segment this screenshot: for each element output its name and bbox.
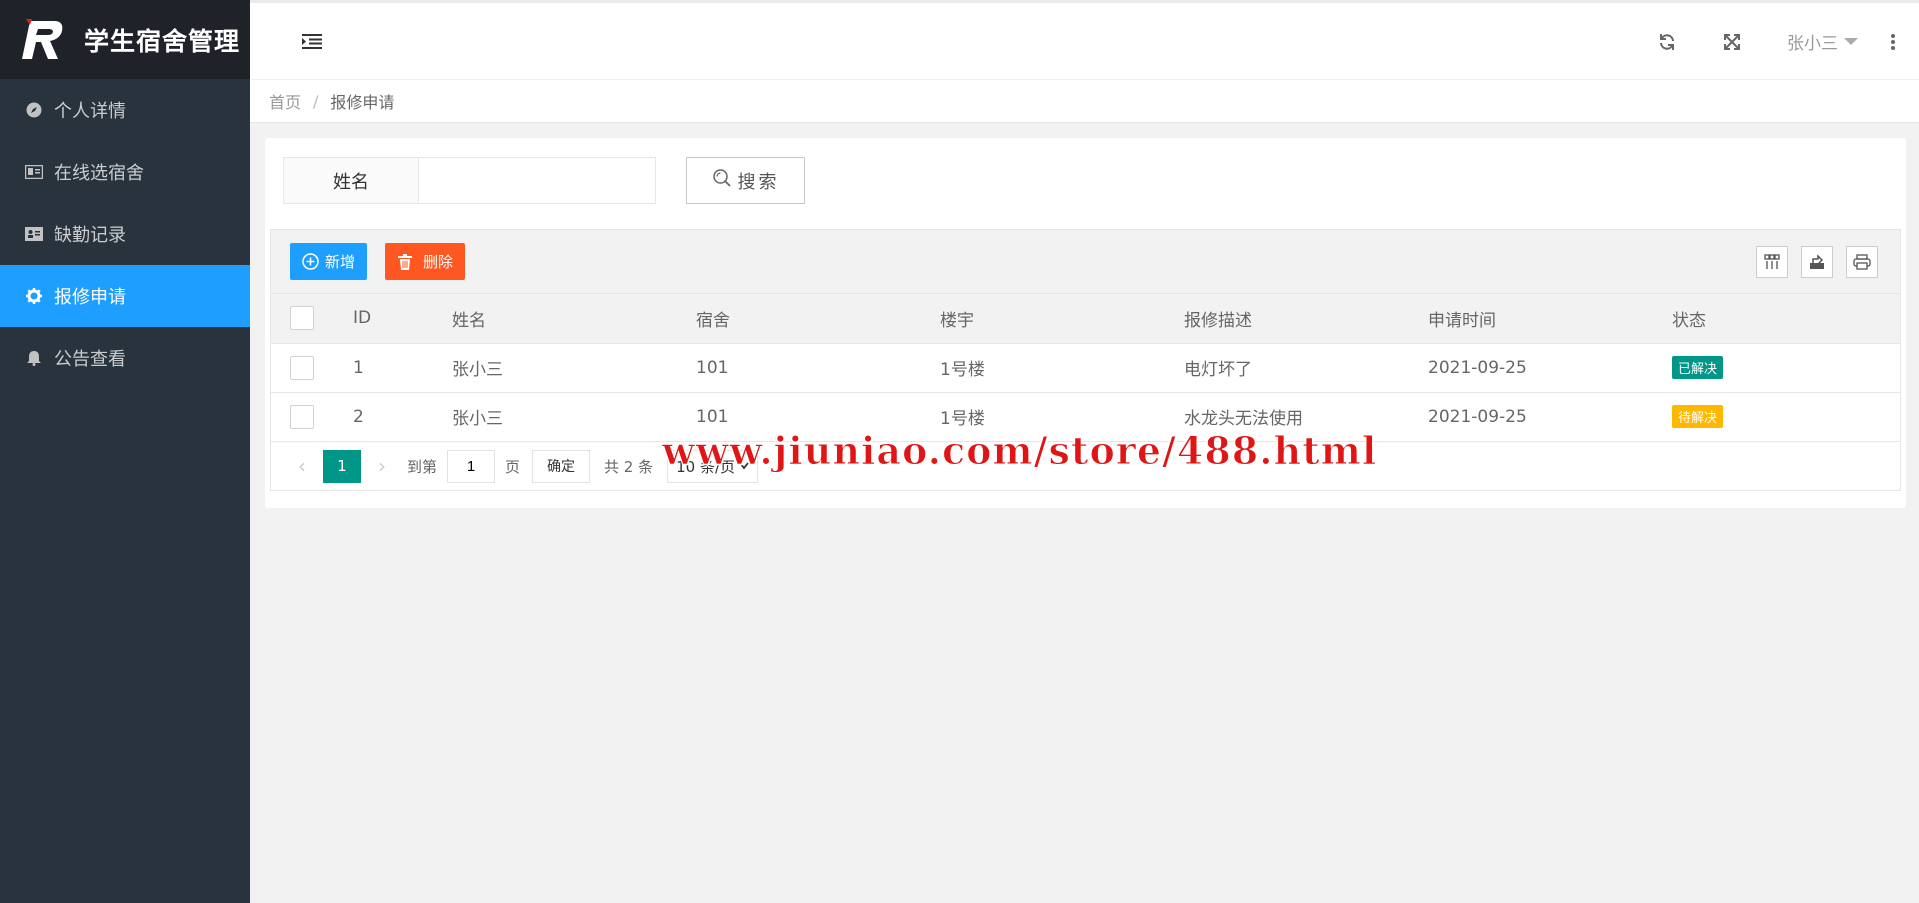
gear-icon	[24, 286, 44, 306]
repair-table: ID 姓名 宿舍 楼宇 报修描述 申请时间 状态 1 张小三 101 1号楼 电…	[271, 294, 1900, 441]
page-number-current[interactable]: 1	[323, 449, 361, 483]
sidebar-item-profile[interactable]: 个人详情	[0, 79, 250, 141]
trash-icon	[398, 253, 412, 270]
cell-name: 张小三	[452, 360, 503, 380]
search-icon	[712, 168, 732, 193]
status-badge: 待解决	[1672, 405, 1724, 429]
id-card-icon	[24, 224, 44, 244]
watermark: www.jiuniao.com/store/488.html	[661, 428, 1378, 474]
column-header[interactable]: 报修描述	[1184, 294, 1428, 343]
table-row[interactable]: 1 张小三 101 1号楼 电灯坏了 2021-09-25 已解决	[271, 343, 1900, 392]
cell-building: 1号楼	[940, 360, 985, 380]
sidebar-item-label: 个人详情	[54, 101, 126, 122]
top-header: 张小三	[250, 0, 1919, 80]
logo-area: 学生宿舍管理	[0, 0, 250, 79]
total-count: 共 2 条	[604, 457, 654, 476]
user-menu[interactable]: 张小三	[1787, 29, 1858, 54]
breadcrumb-current: 报修申请	[330, 93, 395, 112]
cell-id: 1	[353, 357, 364, 378]
breadcrumb-home[interactable]: 首页	[269, 89, 301, 113]
sidebar-item-notice[interactable]: 公告查看	[0, 327, 250, 389]
chevron-down-icon	[1844, 38, 1858, 45]
search-button-label: 搜索	[737, 171, 780, 193]
fullscreen-icon[interactable]	[1721, 31, 1743, 53]
columns-filter-icon[interactable]	[1756, 246, 1788, 278]
goto-label: 到第	[407, 457, 438, 476]
next-page-icon[interactable]: ›	[367, 450, 397, 482]
table-toolbar: 新增 删除	[271, 230, 1900, 294]
cell-dorm: 101	[696, 357, 729, 378]
column-header[interactable]: 楼宇	[940, 294, 1184, 343]
id-card-icon	[24, 162, 44, 182]
sidebar: 学生宿舍管理 个人详情 在线选宿舍 缺勤记录 报修申请 公告查看	[0, 0, 250, 903]
column-header[interactable]: 宿舍	[696, 294, 940, 343]
export-icon[interactable]	[1801, 246, 1833, 278]
bell-icon	[24, 348, 44, 368]
sidebar-item-select-dorm[interactable]: 在线选宿舍	[0, 141, 250, 203]
row-checkbox[interactable]	[290, 404, 314, 429]
sidebar-item-label: 缺勤记录	[54, 225, 126, 246]
column-header[interactable]: 状态	[1672, 294, 1900, 343]
sidebar-item-label: 公告查看	[54, 349, 126, 370]
more-icon[interactable]	[1882, 31, 1904, 53]
row-checkbox[interactable]	[290, 355, 314, 380]
cell-description: 电灯坏了	[1184, 360, 1252, 380]
cell-name: 张小三	[452, 409, 503, 430]
goto-confirm-button[interactable]: 确定	[532, 449, 591, 483]
breadcrumb-separator: /	[313, 91, 319, 111]
sidebar-item-repair[interactable]: 报修申请	[0, 265, 250, 327]
delete-button[interactable]: 删除	[385, 243, 466, 280]
sidebar-item-label: 在线选宿舍	[54, 163, 144, 184]
sidebar-item-label: 报修申请	[54, 287, 126, 308]
breadcrumb: 首页 / 报修申请	[250, 80, 1919, 123]
refresh-icon[interactable]	[1656, 31, 1678, 53]
cell-time: 2021-09-25	[1428, 406, 1527, 427]
search-button[interactable]: 搜索	[686, 157, 805, 204]
add-button[interactable]: 新增	[290, 243, 368, 280]
search-input[interactable]	[419, 157, 656, 204]
goto-page-input[interactable]	[447, 449, 496, 483]
column-header[interactable]: ID	[353, 294, 452, 343]
search-label: 姓名	[283, 157, 419, 204]
select-all-checkbox[interactable]	[290, 306, 314, 331]
user-name: 张小三	[1787, 34, 1838, 54]
status-badge: 已解决	[1672, 356, 1724, 379]
column-header[interactable]: 姓名	[452, 294, 696, 343]
table-header-row: ID 姓名 宿舍 楼宇 报修描述 申请时间 状态	[271, 294, 1900, 343]
delete-button-label: 删除	[423, 253, 454, 271]
add-circle-icon	[302, 253, 319, 270]
print-icon[interactable]	[1846, 246, 1878, 278]
add-button-label: 新增	[325, 253, 356, 271]
column-header[interactable]: 申请时间	[1428, 294, 1672, 343]
menu-toggle-icon[interactable]	[302, 33, 322, 51]
sidebar-item-absence[interactable]: 缺勤记录	[0, 203, 250, 265]
compass-icon	[24, 100, 44, 120]
prev-page-icon[interactable]: ‹	[287, 450, 317, 482]
cell-id: 2	[353, 406, 364, 427]
page-label: 页	[505, 457, 521, 476]
search-form: 姓名 搜索	[283, 157, 805, 204]
app-title: 学生宿舍管理	[84, 26, 241, 56]
cell-time: 2021-09-25	[1428, 357, 1527, 378]
logo-icon	[18, 17, 68, 63]
